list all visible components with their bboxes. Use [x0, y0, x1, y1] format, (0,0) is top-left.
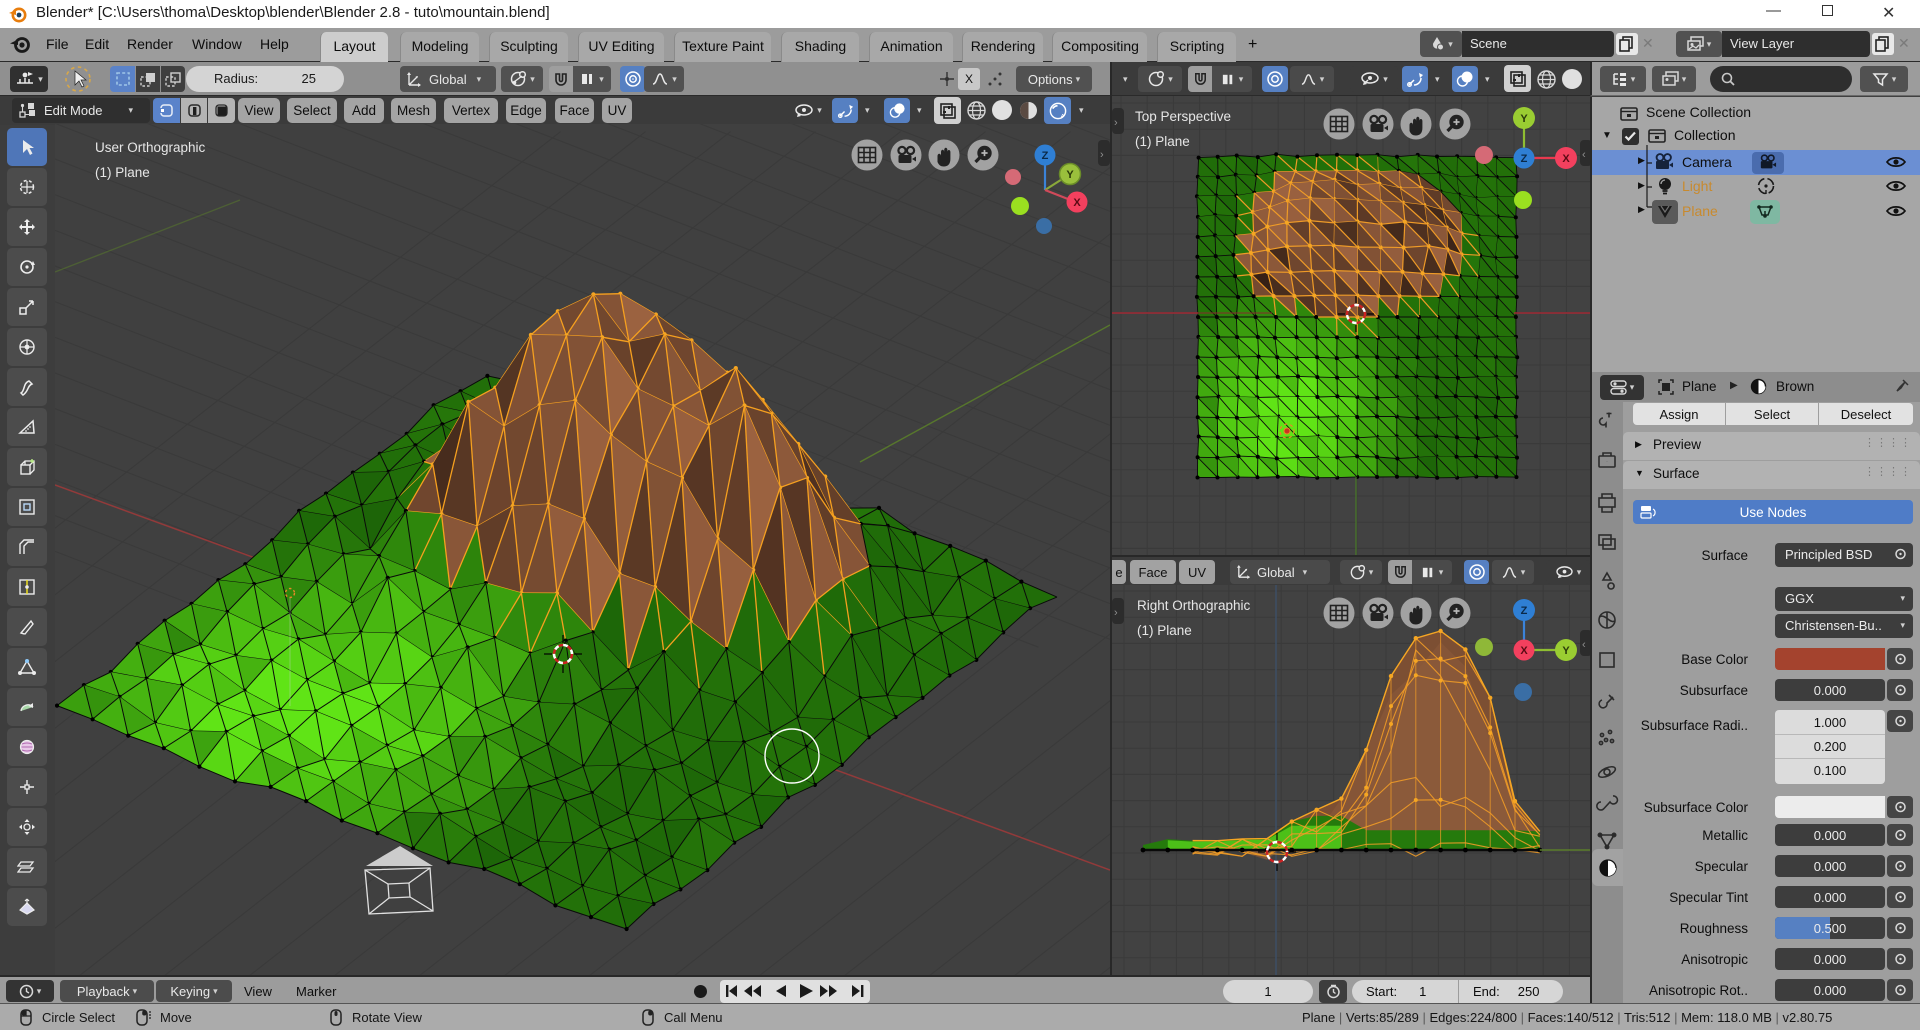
svg-text:›: › — [1114, 117, 1118, 129]
svg-text:User Orthographic: User Orthographic — [95, 140, 206, 155]
svg-text:‹: ‹ — [1582, 639, 1586, 651]
svg-text:X: X — [1073, 197, 1081, 209]
svg-text:X: X — [1520, 645, 1528, 657]
svg-text:›: › — [1114, 607, 1118, 619]
svg-text:Right Orthographic: Right Orthographic — [1137, 598, 1251, 613]
svg-text:Y: Y — [1520, 113, 1528, 125]
svg-text:(1) Plane: (1) Plane — [1135, 134, 1190, 149]
svg-text:‹: ‹ — [1582, 149, 1586, 161]
svg-text:›: › — [1100, 149, 1104, 161]
svg-text:Y: Y — [1562, 645, 1570, 657]
svg-text:(1) Plane: (1) Plane — [1137, 623, 1192, 638]
svg-text:Top Perspective: Top Perspective — [1135, 109, 1231, 124]
svg-text:Y: Y — [1066, 169, 1074, 181]
svg-text:Z: Z — [1521, 605, 1528, 617]
svg-text:(1) Plane: (1) Plane — [95, 165, 150, 180]
svg-text:Z: Z — [1521, 153, 1528, 165]
svg-text:X: X — [1562, 153, 1570, 165]
svg-text:Z: Z — [1042, 150, 1049, 162]
